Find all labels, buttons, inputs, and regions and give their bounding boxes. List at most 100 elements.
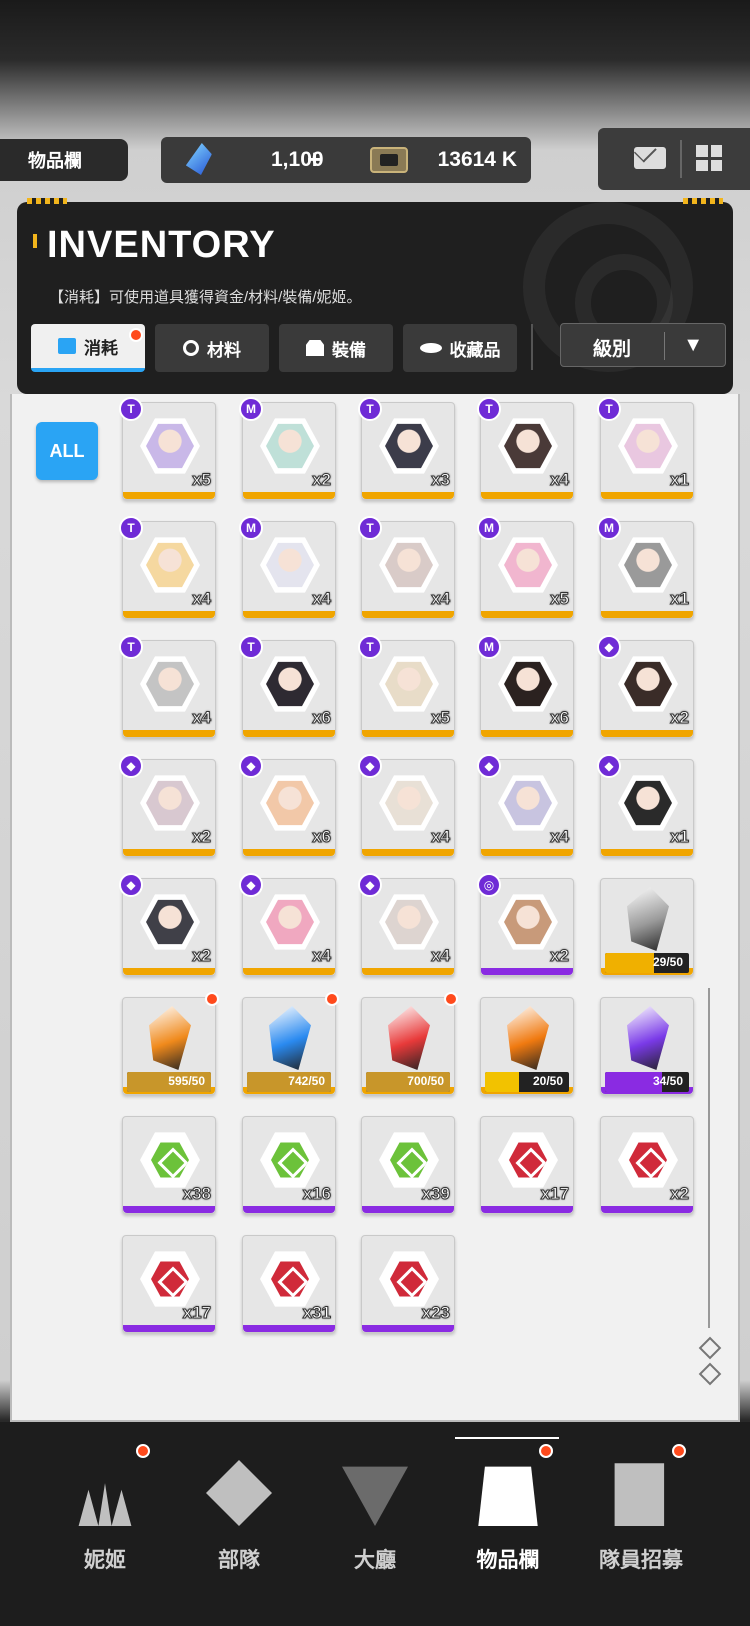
- hazard-stripes: [27, 198, 67, 204]
- material-item[interactable]: x39: [361, 1116, 455, 1214]
- crystal-item[interactable]: 20/50: [480, 997, 574, 1095]
- portrait-item[interactable]: Mx1: [597, 516, 694, 619]
- portrait-item[interactable]: Tx3: [358, 397, 455, 500]
- portrait-item[interactable]: Mx4: [239, 516, 336, 619]
- item-count: x31: [302, 1303, 331, 1323]
- material-item[interactable]: x17: [480, 1116, 574, 1214]
- collectible-icon: [419, 343, 442, 353]
- crystal-item[interactable]: 700/50: [361, 992, 458, 1095]
- rarity-base: [481, 730, 573, 737]
- consumable-icon: [58, 338, 76, 354]
- item-count: x6: [312, 708, 332, 728]
- material-item[interactable]: x2: [600, 1116, 694, 1214]
- rarity-base: [601, 1206, 693, 1213]
- portrait-item[interactable]: Tx4: [358, 516, 455, 619]
- tab-consumables[interactable]: 消耗: [31, 324, 145, 372]
- portrait-item[interactable]: Tx6: [239, 635, 336, 738]
- class-badge-icon: ◆: [239, 873, 263, 897]
- material-item[interactable]: x16: [242, 1116, 336, 1214]
- rarity-base: [362, 1206, 454, 1213]
- rarity-base: [123, 1206, 215, 1213]
- portrait-item[interactable]: ◎ x2: [477, 873, 574, 976]
- scrollbar[interactable]: [708, 988, 710, 1328]
- material-item[interactable]: x23: [361, 1235, 455, 1333]
- class-badge-icon: M: [239, 516, 263, 540]
- progress-fill: [485, 1072, 519, 1092]
- filter-all-button[interactable]: ALL: [36, 422, 98, 480]
- mail-icon[interactable]: [634, 147, 666, 169]
- portrait-item[interactable]: Mx5: [477, 516, 574, 619]
- rarity-base: [481, 1206, 573, 1213]
- portrait-item[interactable]: ◆ x2: [597, 635, 694, 738]
- sort-label: 級別: [593, 339, 632, 360]
- portrait-item[interactable]: ◆ x4: [239, 873, 336, 976]
- portrait-item[interactable]: Tx4: [119, 635, 216, 738]
- item-count: x5: [431, 708, 451, 728]
- item-count: x2: [670, 708, 690, 728]
- portrait-item[interactable]: Tx1: [597, 397, 694, 500]
- item-count: x4: [550, 827, 570, 847]
- people-icon: [78, 1483, 132, 1526]
- portrait-item[interactable]: Tx4: [477, 397, 574, 500]
- tab-materials[interactable]: 材料: [155, 324, 269, 372]
- item-count: x3: [431, 470, 451, 490]
- class-badge-icon: T: [358, 635, 382, 659]
- credit-count: 13614 K: [437, 148, 517, 171]
- item-count: x2: [670, 1184, 690, 1204]
- currency-bar: 1,100 + 13614 K: [161, 137, 531, 183]
- class-badge-icon: ◆: [239, 754, 263, 778]
- material-item[interactable]: x31: [242, 1235, 336, 1333]
- crystal-icon: [149, 1006, 191, 1070]
- material-item[interactable]: x38: [122, 1116, 216, 1214]
- recruit-icon: [614, 1463, 665, 1526]
- nav-item[interactable]: 部隊: [174, 1422, 304, 1582]
- credit-icon: [370, 147, 408, 173]
- class-badge-icon: ◆: [119, 873, 143, 897]
- class-badge-icon: M: [477, 635, 501, 659]
- menu-grid-icon[interactable]: [696, 145, 722, 171]
- tab-collectibles[interactable]: 收藏品: [403, 324, 517, 372]
- progress-bar: 20/50: [485, 1072, 569, 1092]
- rarity-base: [123, 1325, 215, 1332]
- portrait-item[interactable]: ◆ x4: [358, 754, 455, 857]
- nav-item[interactable]: 妮姬: [40, 1422, 170, 1582]
- rarity-base: [362, 1325, 454, 1332]
- nav-item[interactable]: 大廳: [310, 1422, 440, 1582]
- portrait-item[interactable]: ◆ x2: [119, 754, 216, 857]
- tab-equipment[interactable]: 裝備: [279, 324, 393, 372]
- portrait-item[interactable]: Mx6: [477, 635, 574, 738]
- add-gems-button[interactable]: +: [307, 144, 322, 175]
- crystal-item[interactable]: 34/50: [600, 997, 694, 1095]
- progress-bar: 700/50: [366, 1072, 450, 1092]
- item-count: x1: [670, 827, 690, 847]
- portrait-item[interactable]: Tx5: [119, 397, 216, 500]
- notification-dot: [444, 992, 458, 1006]
- progress-bar: 34/50: [605, 1072, 689, 1092]
- portrait-item[interactable]: Mx2: [239, 397, 336, 500]
- portrait-item[interactable]: ◆ x1: [597, 754, 694, 857]
- portrait-item[interactable]: Tx5: [358, 635, 455, 738]
- portrait-item[interactable]: Tx4: [119, 516, 216, 619]
- rarity-base: [601, 730, 693, 737]
- section-label: 物品欄: [0, 139, 128, 181]
- rarity-base: [362, 968, 454, 975]
- item-count: x4: [312, 946, 332, 966]
- nav-item[interactable]: 物品欄: [443, 1422, 573, 1582]
- portrait-item[interactable]: ◆ x2: [119, 873, 216, 976]
- item-count: x17: [182, 1303, 211, 1323]
- portrait-item[interactable]: ◆ x4: [358, 873, 455, 976]
- portrait-item[interactable]: ◆ x4: [477, 754, 574, 857]
- crystal-item[interactable]: 742/50: [242, 992, 339, 1095]
- material-item[interactable]: x17: [122, 1235, 216, 1333]
- crystal-item[interactable]: 595/50: [122, 992, 219, 1095]
- sort-dropdown[interactable]: 級別 ▼: [560, 323, 726, 367]
- crystal-item[interactable]: 29/50: [600, 878, 694, 976]
- class-badge-icon: M: [477, 516, 501, 540]
- nav-item[interactable]: 隊員招募: [576, 1422, 706, 1582]
- item-count: x4: [192, 589, 212, 609]
- item-count: x5: [192, 470, 212, 490]
- crystal-icon: [627, 887, 669, 951]
- rarity-base: [243, 849, 335, 856]
- portrait-item[interactable]: ◆ x6: [239, 754, 336, 857]
- rarity-base: [601, 492, 693, 499]
